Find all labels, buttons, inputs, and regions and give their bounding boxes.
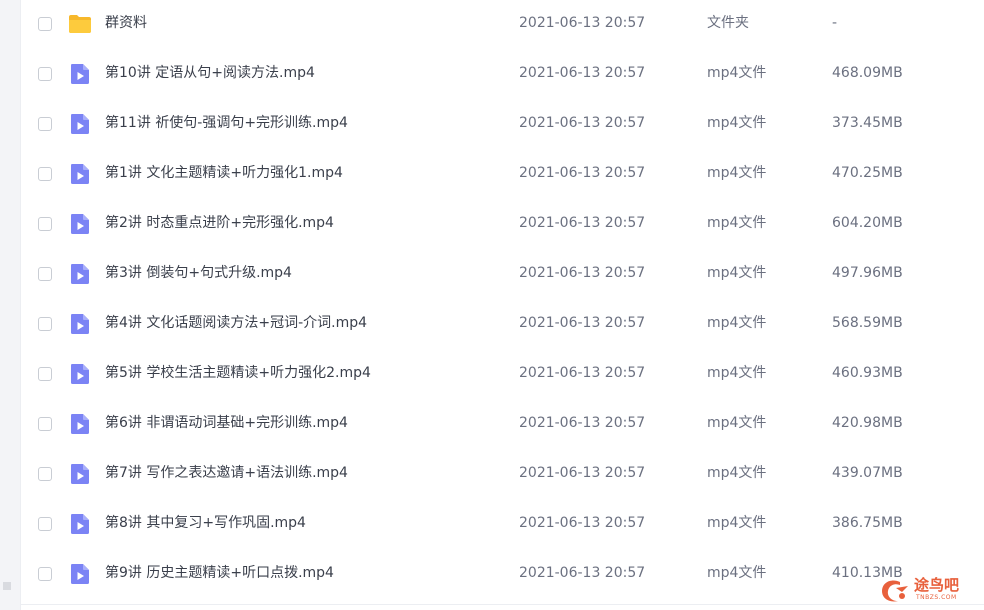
file-row[interactable]: 第2讲 时态重点进阶+完形强化.mp4 2021-06-13 20:57 mp4文件…: [21, 200, 984, 250]
file-name[interactable]: 第5讲 学校生活主题精读+听力强化2.mp4: [105, 363, 371, 383]
file-row[interactable]: 第9讲 历史主题精读+听口点拨.mp4 2021-06-13 20:57 mp4文件…: [21, 550, 984, 600]
left-sidebar-edge: [0, 0, 21, 610]
modified-date: 2021-06-13 20:57: [519, 65, 646, 81]
file-type: mp4文件: [707, 215, 767, 231]
file-size: 420.98MB: [832, 415, 903, 431]
file-type: mp4文件: [707, 515, 767, 531]
file-size: -: [832, 15, 838, 31]
row-checkbox[interactable]: [38, 267, 52, 281]
row-checkbox[interactable]: [38, 217, 52, 231]
file-size: 470.25MB: [832, 165, 903, 181]
file-type: mp4文件: [707, 315, 767, 331]
row-checkbox[interactable]: [38, 67, 52, 81]
file-size: 604.20MB: [832, 215, 903, 231]
file-size: 386.75MB: [832, 515, 903, 531]
list-divider: [21, 604, 984, 605]
file-size: 439.07MB: [832, 465, 903, 481]
file-row[interactable]: 第4讲 文化话题阅读方法+冠词-介词.mp4 2021-06-13 20:57 mp…: [21, 300, 984, 350]
file-row[interactable]: 第3讲 倒装句+句式升级.mp4 2021-06-13 20:57 mp4文件 497…: [21, 250, 984, 300]
video-file-icon: [71, 314, 89, 334]
file-row[interactable]: 群资料 2021-06-13 20:57 文件夹 -: [21, 0, 984, 50]
file-row[interactable]: 第11讲 祈使句-强调句+完形训练.mp4 2021-06-13 20:57 mp4…: [21, 100, 984, 150]
file-name[interactable]: 第7讲 写作之表达邀请+语法训练.mp4: [105, 463, 348, 483]
row-checkbox[interactable]: [38, 117, 52, 131]
file-type: mp4文件: [707, 465, 767, 481]
video-file-icon: [71, 214, 89, 234]
modified-date: 2021-06-13 20:57: [519, 315, 646, 331]
modified-date: 2021-06-13 20:57: [519, 215, 646, 231]
file-size: 468.09MB: [832, 65, 903, 81]
file-size: 568.59MB: [832, 315, 903, 331]
file-size: 460.93MB: [832, 365, 903, 381]
file-name[interactable]: 第8讲 其中复习+写作巩固.mp4: [105, 513, 306, 533]
file-type: mp4文件: [707, 265, 767, 281]
video-file-icon: [71, 64, 89, 84]
row-checkbox[interactable]: [38, 367, 52, 381]
video-file-icon: [71, 164, 89, 184]
file-type: mp4文件: [707, 115, 767, 131]
sidebar-marker: [3, 582, 11, 590]
file-name[interactable]: 第2讲 时态重点进阶+完形强化.mp4: [105, 213, 334, 233]
file-type: mp4文件: [707, 415, 767, 431]
file-type: 文件夹: [707, 15, 749, 31]
file-type: mp4文件: [707, 565, 767, 581]
file-row[interactable]: 第6讲 非谓语动词基础+完形训练.mp4 2021-06-13 20:57 mp4文…: [21, 400, 984, 450]
folder-icon: [69, 15, 91, 33]
modified-date: 2021-06-13 20:57: [519, 365, 646, 381]
modified-date: 2021-06-13 20:57: [519, 565, 646, 581]
file-browser: 群资料 2021-06-13 20:57 文件夹 - 第10讲 定语从句+阅读方法.mp…: [0, 0, 984, 610]
file-type: mp4文件: [707, 365, 767, 381]
video-file-icon: [71, 514, 89, 534]
row-checkbox[interactable]: [38, 467, 52, 481]
file-type: mp4文件: [707, 65, 767, 81]
modified-date: 2021-06-13 20:57: [519, 165, 646, 181]
file-name[interactable]: 第1讲 文化主题精读+听力强化1.mp4: [105, 163, 343, 183]
file-row[interactable]: 第10讲 定语从句+阅读方法.mp4 2021-06-13 20:57 mp4文件 4…: [21, 50, 984, 100]
file-name[interactable]: 第4讲 文化话题阅读方法+冠词-介词.mp4: [105, 313, 367, 333]
file-name[interactable]: 第9讲 历史主题精读+听口点拨.mp4: [105, 563, 334, 583]
row-checkbox[interactable]: [38, 517, 52, 531]
modified-date: 2021-06-13 20:57: [519, 115, 646, 131]
file-size: 497.96MB: [832, 265, 903, 281]
file-name[interactable]: 群资料: [105, 13, 147, 33]
file-list: 群资料 2021-06-13 20:57 文件夹 - 第10讲 定语从句+阅读方法.mp…: [21, 0, 984, 600]
row-checkbox[interactable]: [38, 167, 52, 181]
file-name[interactable]: 第6讲 非谓语动词基础+完形训练.mp4: [105, 413, 348, 433]
file-row[interactable]: 第8讲 其中复习+写作巩固.mp4 2021-06-13 20:57 mp4文件 38…: [21, 500, 984, 550]
modified-date: 2021-06-13 20:57: [519, 465, 646, 481]
file-type: mp4文件: [707, 165, 767, 181]
file-row[interactable]: 第1讲 文化主题精读+听力强化1.mp4 2021-06-13 20:57 mp4文…: [21, 150, 984, 200]
video-file-icon: [71, 264, 89, 284]
row-checkbox[interactable]: [38, 17, 52, 31]
video-file-icon: [71, 364, 89, 384]
video-file-icon: [71, 564, 89, 584]
file-size: 373.45MB: [832, 115, 903, 131]
modified-date: 2021-06-13 20:57: [519, 515, 646, 531]
modified-date: 2021-06-13 20:57: [519, 15, 646, 31]
watermark-text: 途鸟吧: [914, 576, 960, 594]
video-file-icon: [71, 114, 89, 134]
row-checkbox[interactable]: [38, 317, 52, 331]
file-name[interactable]: 第3讲 倒装句+句式升级.mp4: [105, 263, 292, 283]
watermark-logo-icon: [882, 580, 908, 602]
row-checkbox[interactable]: [38, 417, 52, 431]
row-checkbox[interactable]: [38, 567, 52, 581]
file-row[interactable]: 第7讲 写作之表达邀请+语法训练.mp4 2021-06-13 20:57 mp4文…: [21, 450, 984, 500]
watermark: 途鸟吧 TNBZS.COM: [878, 576, 978, 606]
file-name[interactable]: 第10讲 定语从句+阅读方法.mp4: [105, 63, 315, 83]
watermark-subtext: TNBZS.COM: [916, 594, 957, 601]
file-name[interactable]: 第11讲 祈使句-强调句+完形训练.mp4: [105, 113, 348, 133]
video-file-icon: [71, 414, 89, 434]
file-row[interactable]: 第5讲 学校生活主题精读+听力强化2.mp4 2021-06-13 20:57 mp…: [21, 350, 984, 400]
modified-date: 2021-06-13 20:57: [519, 415, 646, 431]
modified-date: 2021-06-13 20:57: [519, 265, 646, 281]
video-file-icon: [71, 464, 89, 484]
